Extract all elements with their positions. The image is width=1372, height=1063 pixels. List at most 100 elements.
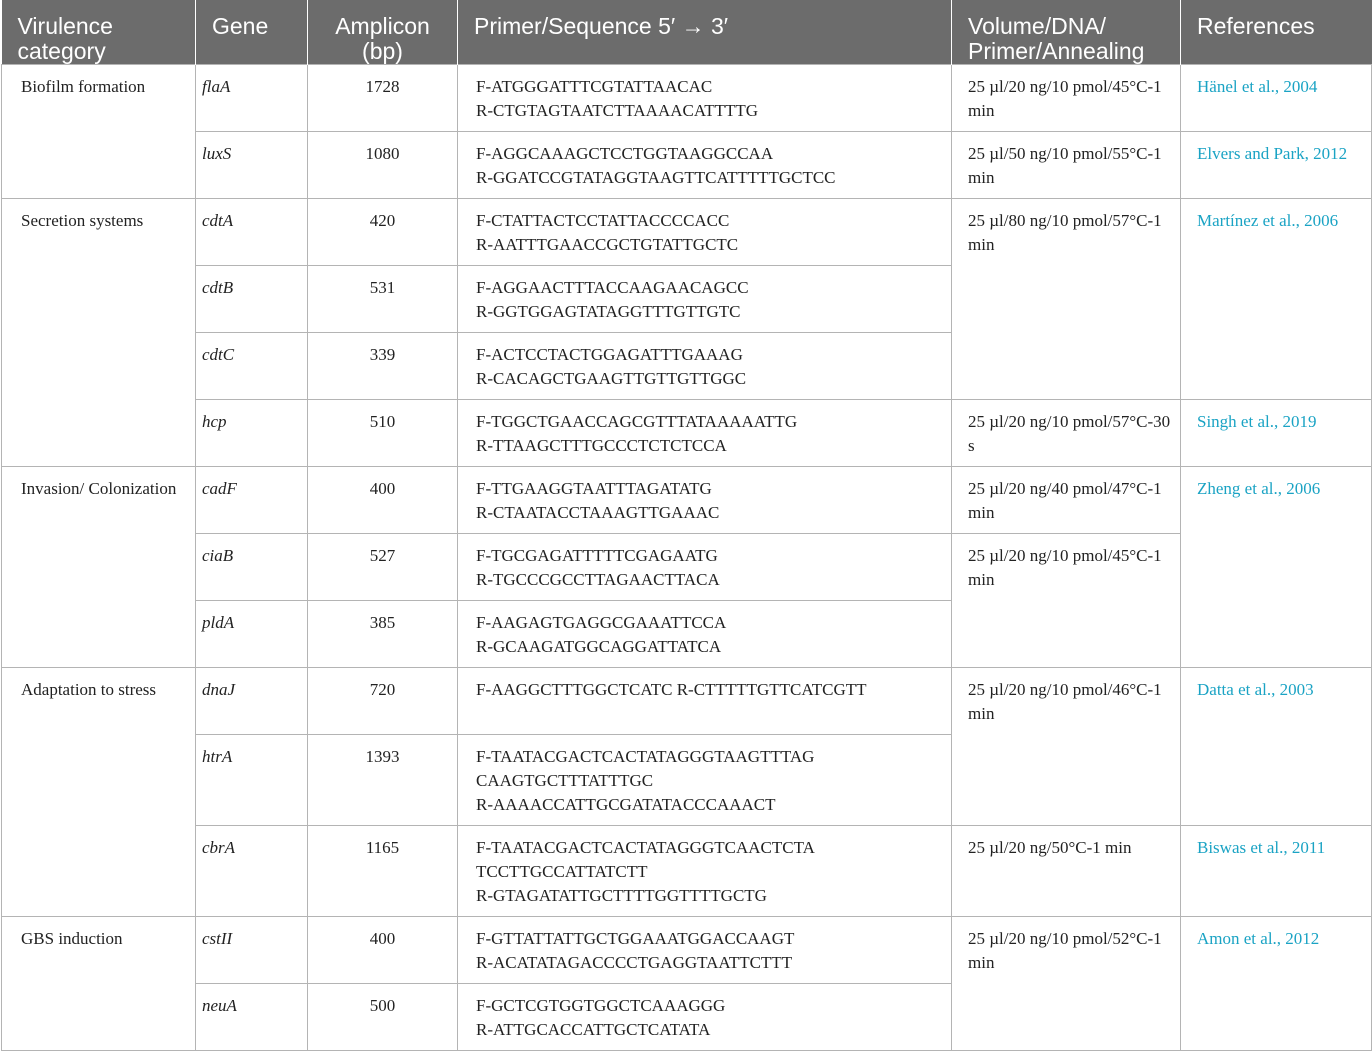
amplicon-cell: 385 [307,600,458,668]
primer-cell: F-TAATACGACTCACTATAGGGTAAGTTTAG CAAGTGCT… [457,734,952,826]
primer-reverse: R-CACAGCTGAAGTTGTTGTTGGC [476,369,747,388]
reference-link[interactable]: Martínez et al., 2006 [1180,198,1372,400]
primer-reverse: R-GCAAGATGGCAGGATTATCA [476,637,722,656]
table-row: luxS 1080 F-AGGCAAAGCTCCTGGTAAGGCCAA R-G… [2,131,1372,199]
primer-cell: F-AAGGCTTTGGCTCATC R-CTTTTTGTTCATCGTT [457,667,952,735]
primer-forward: F-AGGCAAAGCTCCTGGTAAGGCCAA [476,144,774,163]
primer-forward: F-TAATACGACTCACTATAGGGTAAGTTTAG [476,747,815,766]
primer-forward-continued: CAAGTGCTTTATTTGC [476,771,654,790]
header-row: Virulence category Gene Amplicon (bp) Pr… [1,0,1372,65]
header-references: References [1180,0,1372,65]
primer-reverse: R-GTAGATATTGCTTTTGGTTTTGCTG [476,886,767,905]
primer-forward-continued: TCCTTGCCATTATCTT [476,862,648,881]
volume-cell: 25 µl/20 ng/40 pmol/47°C-1 min [951,466,1181,534]
table-row: ciaB 527 F-TGCGAGATTTTTCGAGAATG R-TGCCCG… [2,533,1372,668]
table-row: hcp 510 F-TGGCTGAACCAGCGTTTATAAAAATTG R-… [2,399,1372,467]
primer-cell: F-AGGCAAAGCTCCTGGTAAGGCCAA R-GGATCCGTATA… [457,131,952,199]
table-row: Biofilm formation flaA 1728 F-ATGGGATTTC… [1,64,1372,199]
primer-reverse: R-GGATCCGTATAGGTAAGTTCATTTTTGCTCC [476,168,836,187]
primer-reverse: R-CTGTAGTAATCTTAAAACATTTTG [476,101,759,120]
amplicon-cell: 1165 [307,825,458,917]
gene-cell: cdtB [195,265,308,333]
volume-cell: 25 µl/20 ng/10 pmol/45°C-1 min [951,533,1181,668]
header-virulence-category: Virulence category [1,0,196,65]
reference-link[interactable]: Amon et al., 2012 [1180,916,1372,1051]
table-row: Secretion systems cdtA 420 F-CTATTACTCCT… [1,198,1372,467]
primer-cell: F-TAATACGACTCACTATAGGGTCAACTCTA TCCTTGCC… [457,825,952,917]
primer-cell: F-TGCGAGATTTTTCGAGAATG R-TGCCCGCCTTAGAAC… [457,533,952,601]
category-cell: Secretion systems [1,198,196,467]
amplicon-cell: 1080 [307,131,458,199]
volume-cell: 25 µl/50 ng/10 pmol/55°C-1 min [951,131,1181,199]
primer-reverse: R-TGCCCGCCTTAGAACTTACA [476,570,720,589]
amplicon-cell: 531 [307,265,458,333]
amplicon-cell: 720 [307,667,458,735]
header-volume-dna-primer-annealing: Volume/DNA/ Primer/Annealing [951,0,1181,65]
primer-forward: F-TTGAAGGTAATTTAGATATG [476,479,712,498]
amplicon-cell: 510 [307,399,458,467]
amplicon-cell: 1728 [307,64,458,132]
reference-link[interactable]: Hänel et al., 2004 [1180,64,1372,132]
primer-cell: F-GCTCGTGGTGGCTCAAAGGG R-ATTGCACCATTGCTC… [457,983,952,1051]
primer-table: Virulence category Gene Amplicon (bp) Pr… [1,0,1372,1051]
gene-cell: cadF [195,466,308,534]
reference-link[interactable]: Elvers and Park, 2012 [1180,131,1372,199]
amplicon-cell: 400 [307,916,458,984]
amplicon-cell: 527 [307,533,458,601]
primer-cell: F-CTATTACTCCTATTACCCCACC R-AATTTGAACCGCT… [457,198,952,266]
amplicon-cell: 420 [307,198,458,266]
amplicon-cell: 339 [307,332,458,400]
primer-cell: F-TTGAAGGTAATTTAGATATG R-CTAATACCTAAAGTT… [457,466,952,534]
volume-cell: 25 µl/20 ng/10 pmol/57°C-30 s [951,399,1181,467]
category-label: Invasion/ Colonization [21,479,177,498]
amplicon-cell: 1393 [307,734,458,826]
gene-cell: cdtC [195,332,308,400]
category-cell: GBS induction [1,916,196,1051]
primer-forward: F-TGCGAGATTTTTCGAGAATG [476,546,718,565]
primer-forward: F-TGGCTGAACCAGCGTTTATAAAAATTG [476,412,798,431]
primer-forward: F-AAGAGTGAGGCGAAATTCCA [476,613,727,632]
primer-forward: F-GTTATTATTGCTGGAAATGGACCAAGT [476,929,795,948]
primer-forward: F-ATGGGATTTCGTATTAACAC [476,77,713,96]
primer-reverse: R-AAAACCATTGCGATATACCCAAACT [476,795,776,814]
reference-link[interactable]: Datta et al., 2003 [1180,667,1372,826]
reference-link[interactable]: Singh et al., 2019 [1180,399,1372,467]
header-amplicon: Amplicon (bp) [307,0,458,65]
category-cell: Adaptation to stress [1,667,196,917]
gene-cell: cbrA [195,825,308,917]
primer-forward: F-CTATTACTCCTATTACCCCACC [476,211,730,230]
gene-cell: pldA [195,600,308,668]
gene-cell: neuA [195,983,308,1051]
table-row: cbrA 1165 F-TAATACGACTCACTATAGGGTCAACTCT… [2,825,1372,917]
volume-cell: 25 µl/80 ng/10 pmol/57°C-1 min [951,198,1181,400]
primer-cell: F-TGGCTGAACCAGCGTTTATAAAAATTG R-TTAAGCTT… [457,399,952,467]
amplicon-cell: 500 [307,983,458,1051]
primer-reverse: R-AATTTGAACCGCTGTATTGCTC [476,235,739,254]
reference-link[interactable]: Zheng et al., 2006 [1180,466,1372,668]
category-cell: Invasion/ Colonization [1,466,196,668]
primer-cell: F-ATGGGATTTCGTATTAACAC R-CTGTAGTAATCTTAA… [457,64,952,132]
gene-cell: dnaJ [195,667,308,735]
primer-reverse: R-ATTGCACCATTGCTCATATA [476,1020,711,1039]
primer-cell: F-AAGAGTGAGGCGAAATTCCA R-GCAAGATGGCAGGAT… [457,600,952,668]
category-cell: Biofilm formation [1,64,196,199]
table-header: Virulence category Gene Amplicon (bp) Pr… [1,0,1372,65]
primer-forward: F-TAATACGACTCACTATAGGGTCAACTCTA [476,838,815,857]
primer-forward: F-AGGAACTTTACCAAGAACAGCC [476,278,749,297]
primer-reverse: R-ACATATAGACCCCTGAGGTAATTCTTT [476,953,793,972]
gene-cell: cdtA [195,198,308,266]
gene-cell: luxS [195,131,308,199]
primer-cell: F-AGGAACTTTACCAAGAACAGCC R-GGTGGAGTATAGG… [457,265,952,333]
primer-cell: F-ACTCCTACTGGAGATTTGAAAG R-CACAGCTGAAGTT… [457,332,952,400]
volume-cell: 25 µl/20 ng/50°C-1 min [951,825,1181,917]
amplicon-cell: 400 [307,466,458,534]
gene-cell: htrA [195,734,308,826]
volume-cell: 25 µl/20 ng/10 pmol/45°C-1 min [951,64,1181,132]
table-row: Adaptation to stress dnaJ 720 F-AAGGCTTT… [1,667,1372,917]
header-gene: Gene [195,0,308,65]
table-body: Biofilm formation flaA 1728 F-ATGGGATTTC… [1,64,1372,1051]
header-primer-sequence: Primer/Sequence 5′ → 3′ [457,0,952,65]
primer-reverse: R-GGTGGAGTATAGGTTTGTTGTC [476,302,741,321]
reference-link[interactable]: Biswas et al., 2011 [1180,825,1372,917]
table-row: GBS induction cstII 400 F-GTTATTATTGCTGG… [1,916,1372,1051]
